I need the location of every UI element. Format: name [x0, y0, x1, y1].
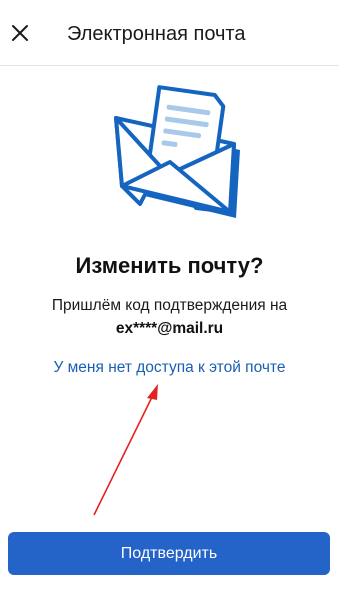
close-icon — [12, 25, 28, 41]
confirm-button[interactable]: Подтвердить — [8, 532, 330, 575]
close-button[interactable] — [6, 19, 34, 47]
no-access-link[interactable]: У меня нет доступа к этой почте — [0, 357, 339, 379]
app-bar: Электронная почта — [0, 0, 339, 66]
page-title: Электронная почта — [67, 23, 246, 45]
dialog-heading: Изменить почту? — [75, 253, 264, 278]
masked-email: ex****@mail.ru — [115, 320, 224, 337]
envelope-with-letter-icon — [114, 85, 240, 218]
description-text: Пришлём код подтверждения на — [51, 297, 288, 314]
confirm-button-label: Подтвердить — [120, 544, 218, 562]
